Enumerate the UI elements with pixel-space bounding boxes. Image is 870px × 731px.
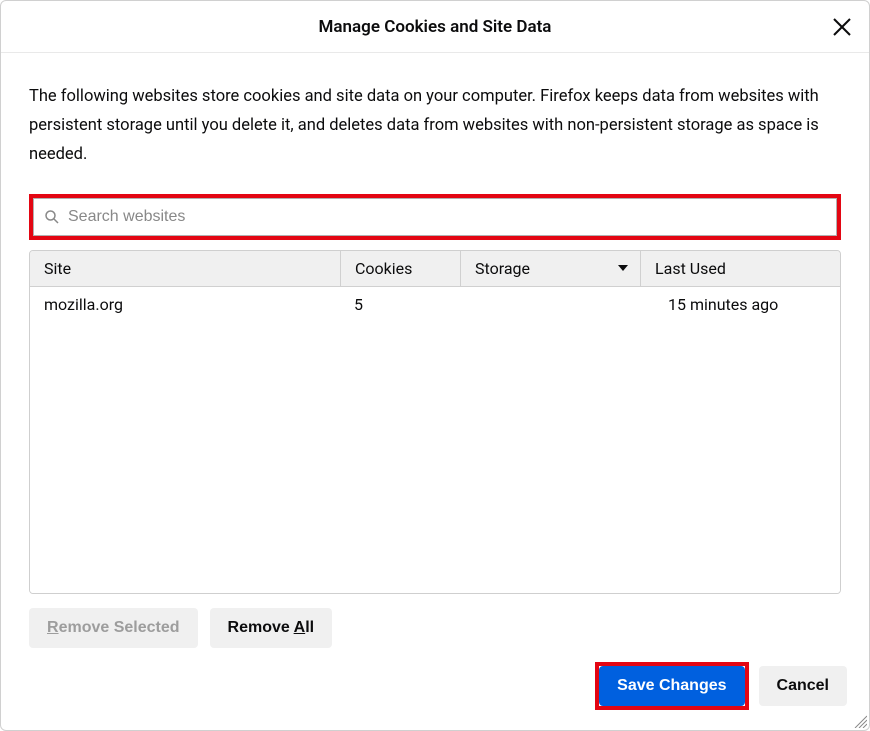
cell-last-used: 15 minutes ago — [640, 295, 840, 314]
table-header-row: Site Cookies Storage Last Used — [30, 251, 840, 287]
dialog-title: Manage Cookies and Site Data — [319, 17, 552, 37]
cell-cookies: 5 — [340, 295, 460, 314]
search-icon — [44, 209, 60, 225]
column-header-last-used[interactable]: Last Used — [640, 251, 840, 286]
column-header-cookies[interactable]: Cookies — [340, 251, 460, 286]
column-header-site-label: Site — [44, 259, 71, 278]
description-text: The following websites store cookies and… — [29, 83, 841, 170]
remove-all-prefix: R — [228, 619, 240, 636]
save-changes-button[interactable]: Save Changes — [599, 666, 744, 706]
column-header-cookies-label: Cookies — [355, 259, 412, 278]
remove-all-suffix: ll — [305, 619, 314, 636]
save-highlight: Save Changes — [595, 662, 748, 710]
close-icon — [830, 15, 854, 39]
remove-all-mid: emove — [239, 619, 294, 636]
cell-site: mozilla.org — [30, 295, 340, 314]
remove-buttons-row: Remove Selected Remove All — [29, 608, 841, 648]
dialog-footer: Save Changes Cancel — [1, 662, 869, 730]
remove-selected-underline: R — [47, 619, 59, 636]
column-header-storage-label: Storage — [475, 259, 530, 278]
cookies-table: Site Cookies Storage Last Used mozilla.o… — [29, 250, 841, 594]
sort-indicator-icon — [618, 265, 628, 271]
search-highlight — [29, 194, 841, 240]
dialog-header: Manage Cookies and Site Data — [1, 1, 869, 53]
dialog-content: The following websites store cookies and… — [1, 53, 869, 662]
column-header-storage[interactable]: Storage — [460, 251, 640, 286]
remove-selected-button: Remove Selected — [29, 608, 198, 648]
remove-all-button[interactable]: Remove All — [210, 608, 333, 648]
close-button[interactable] — [830, 15, 854, 39]
remove-all-underline: A — [294, 619, 306, 636]
search-input[interactable] — [34, 199, 836, 235]
column-header-last-used-label: Last Used — [655, 259, 726, 278]
table-row[interactable]: mozilla.org 5 15 minutes ago — [30, 287, 840, 323]
column-header-site[interactable]: Site — [30, 251, 340, 286]
search-container — [33, 198, 837, 236]
table-body: mozilla.org 5 15 minutes ago — [30, 287, 840, 593]
resize-grip-icon[interactable] — [853, 714, 867, 728]
manage-cookies-dialog: Manage Cookies and Site Data The followi… — [0, 0, 870, 731]
remove-selected-text: emove Selected — [59, 619, 180, 636]
cancel-button[interactable]: Cancel — [759, 666, 847, 706]
